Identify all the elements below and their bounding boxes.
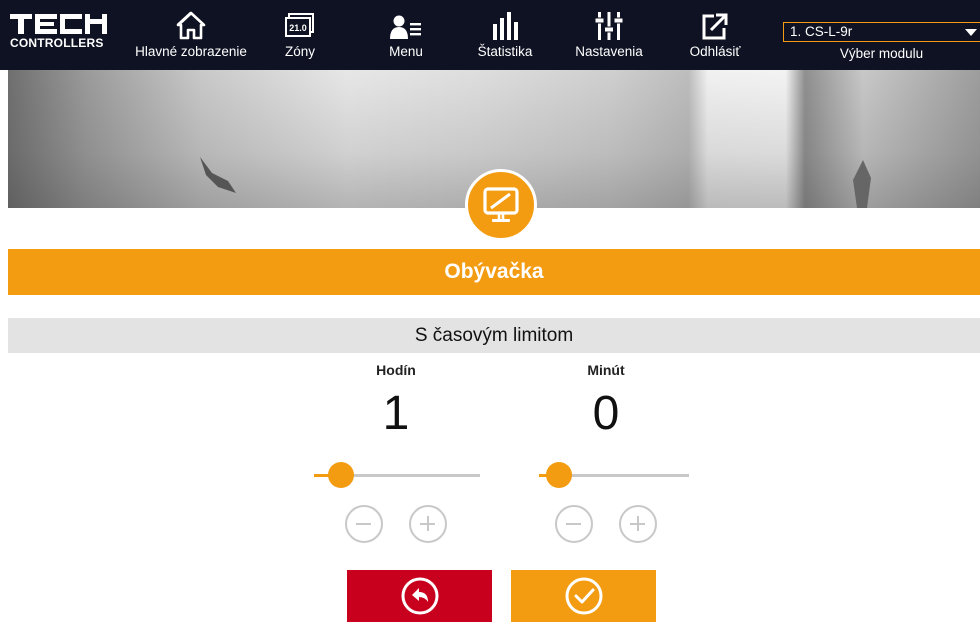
hours-slider-thumb[interactable] [327, 462, 354, 488]
app-root: CONTROLLERS Hlavné zobrazenie 21.0 Zóny … [0, 0, 980, 628]
zones-icon-badge: 21.0 [289, 23, 307, 33]
minus-icon [356, 522, 371, 525]
tech-controllers-logo[interactable]: CONTROLLERS [10, 14, 110, 50]
nav-item-logout[interactable]: Odhlásiť [680, 0, 750, 70]
nav-label-statistics: Štatistika [477, 44, 533, 59]
module-select-value: 1. CS-L-9r [790, 24, 853, 39]
zones-icon: 21.0 [283, 0, 317, 40]
plus-icon [636, 516, 639, 531]
minutes-column: Minút 0 [516, 360, 696, 442]
back-button[interactable] [347, 570, 492, 622]
bird-figurine-image [200, 157, 236, 193]
minutes-increment-button[interactable] [619, 505, 657, 543]
module-select-label: Výber modulu [839, 46, 924, 61]
checkmark-icon [565, 577, 602, 615]
statistics-icon [491, 0, 519, 40]
mode-title: S časovým limitom [8, 318, 980, 353]
tech-logo-mark [10, 14, 110, 34]
nav-label-zones: Zóny [284, 44, 315, 59]
minutes-label: Minút [587, 362, 625, 378]
minutes-slider[interactable] [539, 462, 689, 488]
settings-sliders-icon [595, 0, 623, 40]
nav-label-logout: Odhlásiť [689, 44, 741, 59]
user-menu-icon [390, 0, 422, 40]
module-select[interactable]: 1. CS-L-9r [783, 22, 980, 42]
monitor-icon [483, 187, 519, 222]
nav-item-zones[interactable]: 21.0 Zóny [278, 0, 322, 70]
hours-slider[interactable] [314, 462, 480, 488]
minus-icon [566, 522, 581, 525]
hours-column: Hodín 1 [306, 360, 486, 442]
chevron-down-icon [965, 29, 977, 36]
nav-item-menu[interactable]: Menu [378, 0, 434, 70]
plant-image [853, 160, 871, 208]
minutes-decrement-button[interactable] [555, 505, 593, 543]
back-arrow-icon [401, 577, 438, 615]
logo-text: CONTROLLERS [10, 36, 104, 50]
top-nav-bar: CONTROLLERS Hlavné zobrazenie 21.0 Zóny … [0, 0, 980, 70]
logout-icon [701, 0, 729, 40]
hours-label: Hodín [376, 362, 416, 378]
nav-label-menu: Menu [389, 44, 423, 59]
hours-increment-button[interactable] [409, 505, 447, 543]
minutes-slider-thumb[interactable] [546, 462, 572, 488]
nav-item-statistics[interactable]: Štatistika [470, 0, 540, 70]
nav-label-settings: Nastavenia [575, 44, 643, 59]
nav-item-home[interactable]: Hlavné zobrazenie [130, 0, 252, 70]
home-icon [176, 0, 206, 40]
zone-type-badge [465, 169, 537, 241]
zone-name-bar: Obývačka [8, 249, 980, 295]
nav-item-settings[interactable]: Nastavenia [566, 0, 652, 70]
plus-icon [426, 516, 429, 531]
confirm-button[interactable] [511, 570, 656, 622]
nav-label-home: Hlavné zobrazenie [135, 44, 247, 59]
hours-decrement-button[interactable] [345, 505, 383, 543]
minutes-value: 0 [592, 387, 620, 440]
hours-value: 1 [382, 387, 410, 440]
